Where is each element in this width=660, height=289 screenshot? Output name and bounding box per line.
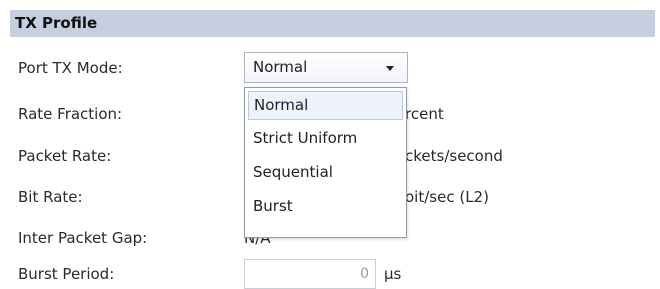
option-strict-uniform[interactable]: Strict Uniform — [248, 124, 403, 153]
packet-rate-label: Packet Rate: — [18, 147, 112, 165]
option-normal[interactable]: Normal — [248, 91, 403, 120]
rate-fraction-unit: rcent — [405, 105, 444, 123]
option-sequential[interactable]: Sequential — [248, 158, 403, 187]
port-tx-mode-select[interactable]: Normal — [244, 52, 408, 83]
inter-packet-gap-label: Inter Packet Gap: — [18, 229, 148, 247]
bit-rate-label: Bit Rate: — [18, 188, 83, 206]
section-header: TX Profile — [10, 10, 655, 37]
option-burst[interactable]: Burst — [248, 192, 403, 221]
tx-profile-panel: TX Profile Port TX Mode: Rate Fraction: … — [10, 10, 655, 289]
port-tx-mode-dropdown: Normal Strict Uniform Sequential Burst — [244, 87, 407, 238]
chevron-down-icon[interactable] — [386, 66, 394, 71]
burst-period-unit: µs — [384, 265, 402, 283]
port-tx-mode-selected-value: Normal — [253, 58, 308, 76]
burst-period-input[interactable]: 0 — [244, 259, 376, 289]
bit-rate-unit: oit/sec (L2) — [405, 188, 489, 206]
port-tx-mode-label: Port TX Mode: — [18, 59, 123, 77]
packet-rate-unit: ckets/second — [405, 147, 503, 165]
burst-period-label: Burst Period: — [18, 265, 115, 283]
rate-fraction-label: Rate Fraction: — [18, 105, 123, 123]
